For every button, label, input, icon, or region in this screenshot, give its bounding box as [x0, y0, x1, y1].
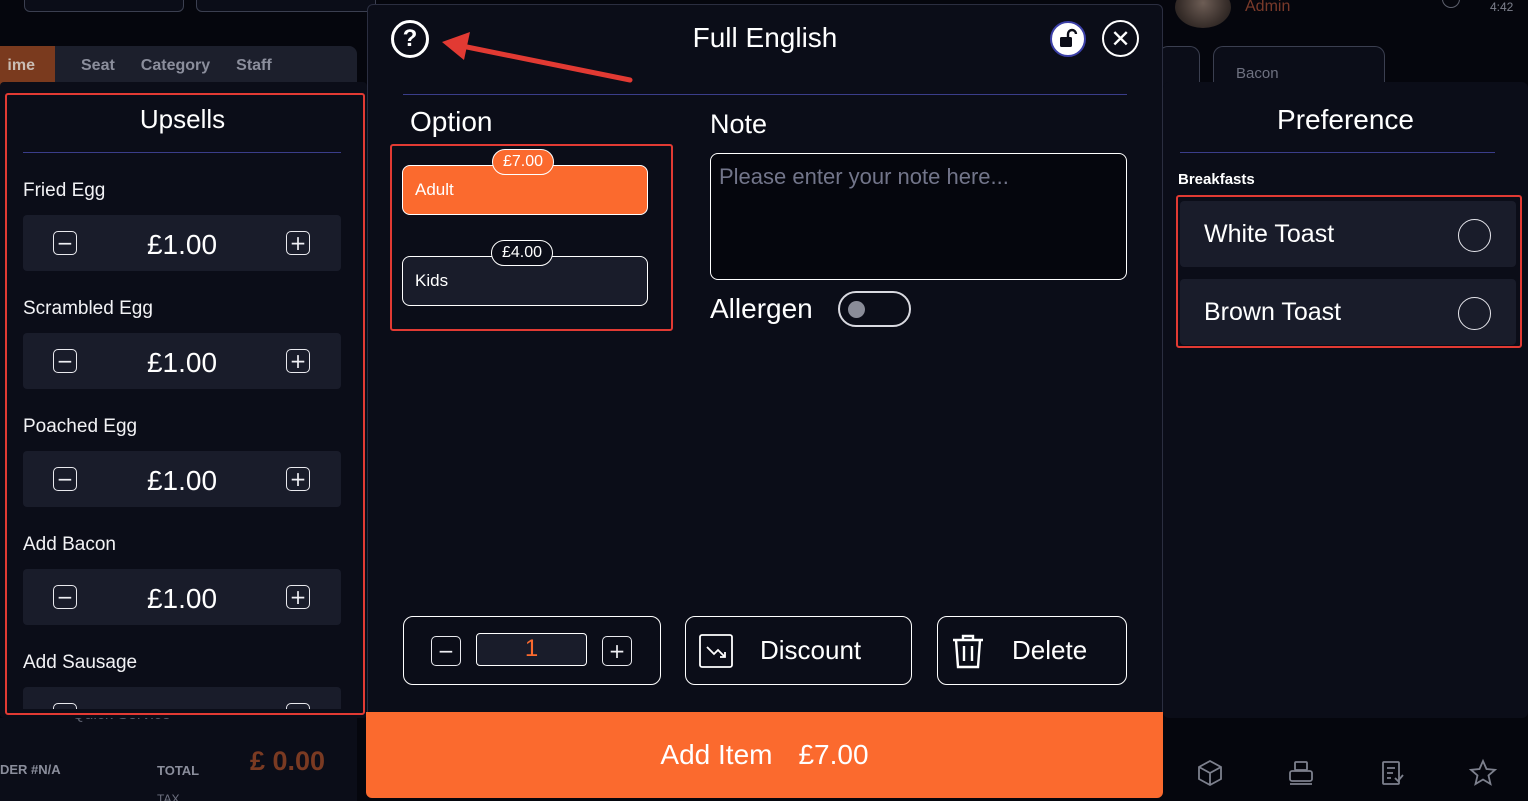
- user-role: Admin: [1245, 0, 1291, 15]
- bg-status-circle: [1442, 0, 1460, 8]
- preference-option[interactable]: White Toast: [1180, 201, 1516, 267]
- bg-tax-label: TAX: [157, 792, 180, 801]
- note-field-container: [710, 153, 1127, 280]
- add-item-price: £7.00: [798, 739, 869, 770]
- plus-button[interactable]: +: [286, 349, 310, 373]
- radio-button[interactable]: [1458, 219, 1491, 252]
- bg-category-tab-left[interactable]: [1158, 46, 1200, 86]
- plus-button[interactable]: +: [286, 703, 310, 709]
- plus-button[interactable]: +: [286, 585, 310, 609]
- option-label: Adult: [415, 180, 454, 199]
- lock-toggle-button[interactable]: [1050, 21, 1086, 57]
- bg-tab-seat[interactable]: Seat: [55, 57, 115, 75]
- preference-group-label: Breakfasts: [1178, 171, 1255, 188]
- minus-button[interactable]: −: [53, 703, 77, 709]
- clock: 4:42: [1490, 0, 1514, 14]
- bg-bottom-toolbar: [1165, 745, 1528, 801]
- delete-label: Delete: [1012, 635, 1088, 665]
- note-field[interactable]: [711, 154, 1126, 279]
- quantity-value[interactable]: 1: [476, 633, 587, 666]
- preference-title: Preference: [1277, 104, 1414, 135]
- allergen-label: Allergen: [710, 293, 813, 324]
- bg-tab-staff[interactable]: Staff: [210, 57, 272, 75]
- preference-option[interactable]: Brown Toast: [1180, 279, 1516, 345]
- bg-order-number: DER #N/A: [0, 762, 61, 777]
- close-button[interactable]: ✕: [1102, 20, 1139, 57]
- upsell-stepper: − £1.00 +: [23, 569, 341, 625]
- plus-button[interactable]: +: [286, 231, 310, 255]
- radio-button[interactable]: [1458, 297, 1491, 330]
- option-price-badge: £4.00: [491, 240, 554, 266]
- upsells-divider: [23, 152, 341, 153]
- quantity-stepper: − 1 +: [403, 616, 661, 685]
- upsell-label: Fried Egg: [23, 180, 106, 201]
- option-price-badge: £7.00: [492, 149, 555, 175]
- discount-icon: [699, 633, 733, 668]
- close-icon: ✕: [1110, 24, 1131, 53]
- star-icon[interactable]: [1468, 758, 1498, 788]
- upsells-title: Upsells: [139, 104, 226, 134]
- upsell-stepper-clip: − +: [23, 687, 341, 709]
- delete-button[interactable]: Delete: [937, 616, 1127, 685]
- plus-button[interactable]: +: [286, 467, 310, 491]
- upsell-label: Scrambled Egg: [23, 298, 153, 319]
- upsell-stepper: − £1.00 +: [23, 333, 341, 389]
- annotation-arrow: [442, 32, 633, 83]
- option-heading: Option: [410, 106, 493, 137]
- discount-label: Discount: [760, 635, 862, 665]
- bg-total-amount: £ 0.00: [250, 746, 326, 776]
- trash-icon: [953, 634, 983, 668]
- minus-button[interactable]: −: [431, 636, 461, 666]
- plus-button[interactable]: +: [602, 636, 632, 666]
- preference-option-label: White Toast: [1204, 219, 1335, 248]
- upsell-label: Add Sausage: [23, 652, 138, 673]
- add-item-button[interactable]: Add Item £7.00: [366, 712, 1163, 798]
- modal-divider: [403, 94, 1127, 95]
- avatar[interactable]: [1175, 0, 1231, 28]
- bg-tab-time[interactable]: ime: [0, 46, 55, 86]
- upsell-stepper: − £1.00 +: [23, 215, 341, 271]
- add-item-label: Add Item: [660, 739, 773, 770]
- cube-icon[interactable]: [1195, 758, 1225, 788]
- note-heading: Note: [710, 109, 768, 139]
- bg-tab-category[interactable]: Category: [115, 57, 210, 75]
- unlock-icon: [1060, 28, 1078, 47]
- bg-tab-bar: ime Seat Category Staff: [0, 46, 357, 86]
- preference-divider: [1180, 152, 1495, 153]
- option-label: Kids: [415, 271, 449, 290]
- upsell-stepper: − +: [23, 687, 341, 709]
- bg-total-label: TOTAL: [157, 763, 200, 778]
- allergen-toggle[interactable]: [838, 291, 911, 327]
- bg-category-tab-bacon[interactable]: Bacon: [1213, 46, 1385, 86]
- bg-top-field-2: [196, 0, 376, 12]
- toggle-knob: [848, 301, 865, 318]
- upsell-label: Add Bacon: [23, 534, 116, 555]
- discount-button[interactable]: Discount: [685, 616, 912, 685]
- upsell-label: Poached Egg: [23, 416, 138, 437]
- receipt-icon[interactable]: [1377, 758, 1407, 788]
- preference-option-label: Brown Toast: [1204, 297, 1342, 326]
- register-icon[interactable]: [1286, 758, 1316, 788]
- upsell-stepper: − £1.00 +: [23, 451, 341, 507]
- bg-top-field-1: [24, 0, 184, 12]
